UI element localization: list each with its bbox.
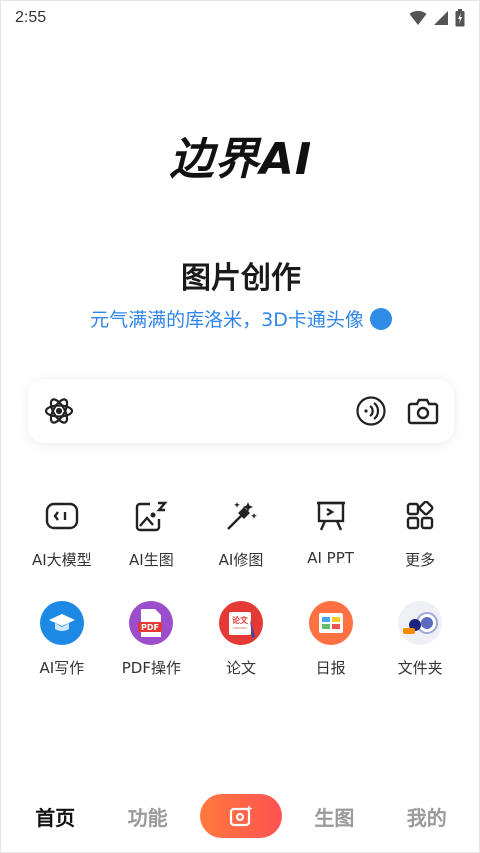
daily-report-icon — [308, 601, 353, 645]
bottom-navigation: 首页 功能 生图 我的 — [1, 780, 480, 852]
tool-thesis[interactable]: 论文 论文 — [196, 601, 286, 678]
feature-label: AI大模型 — [31, 551, 92, 569]
feature-label: AI生图 — [129, 551, 174, 569]
folder-icon — [398, 601, 443, 645]
feature-more[interactable]: 更多 — [375, 493, 465, 570]
feature-row-primary: AI大模型 AI生图 AI修图 AI PPT 更多 — [17, 493, 465, 570]
app-logo: 边界AI — [169, 134, 313, 185]
status-bar: 2:55 — [1, 1, 480, 35]
voice-button[interactable] — [354, 394, 388, 428]
tool-daily-report[interactable]: 日报 — [286, 601, 376, 678]
magic-wand-icon — [218, 493, 264, 539]
pdf-icon: PDF — [129, 601, 174, 645]
tool-label: PDF操作 — [121, 659, 181, 677]
feature-label: AI修图 — [218, 551, 264, 569]
feature-ai-retouch[interactable]: AI修图 — [196, 493, 286, 570]
tool-folder[interactable]: 文件夹 — [375, 601, 465, 678]
grid-more-icon — [397, 493, 443, 539]
tool-label: 文件夹 — [397, 659, 443, 677]
feature-label: 更多 — [405, 551, 436, 569]
feature-ai-ppt[interactable]: AI PPT — [286, 493, 376, 570]
svg-text:PDF: PDF — [141, 623, 159, 632]
magic-camera-icon — [229, 805, 253, 827]
nav-generate[interactable]: 生图 — [294, 802, 374, 831]
tool-ai-writing[interactable]: AI写作 — [17, 601, 107, 678]
battery-icon — [455, 9, 465, 27]
feature-ai-model[interactable]: AI大模型 — [17, 493, 107, 570]
tool-pdf[interactable]: PDF PDF操作 — [107, 601, 197, 678]
voice-icon — [356, 396, 386, 426]
atom-icon[interactable] — [42, 394, 76, 428]
camera-button[interactable] — [406, 394, 440, 428]
graduation-cap-icon — [39, 601, 84, 645]
tool-label: 论文 — [225, 659, 256, 677]
page-title: 图片创作 — [181, 261, 301, 296]
signal-icon — [434, 11, 448, 25]
feature-row-tools: AI写作 PDF PDF操作 论文 论文 日报 文件夹 — [17, 601, 465, 678]
status-icons — [409, 9, 465, 27]
feature-label: AI PPT — [307, 549, 354, 567]
nav-home[interactable]: 首页 — [15, 802, 95, 831]
wifi-icon — [409, 10, 427, 25]
image-gen-icon — [128, 493, 174, 539]
nav-mine[interactable]: 我的 — [387, 802, 467, 831]
prompt-suggestion[interactable]: 元气满满的库洛米，3D卡通头像 — [1, 305, 480, 332]
prompt-input-box[interactable] — [28, 379, 454, 443]
feature-ai-image-gen[interactable]: AI生图 — [107, 493, 197, 570]
nav-features[interactable]: 功能 — [108, 802, 188, 831]
nav-create-button[interactable] — [199, 794, 282, 838]
svg-text:论文: 论文 — [232, 615, 249, 625]
tool-label: AI写作 — [39, 659, 85, 677]
tool-label: 日报 — [315, 659, 346, 677]
presentation-icon — [308, 493, 354, 539]
status-time: 2:55 — [15, 9, 47, 26]
thesis-icon: 论文 — [218, 601, 263, 645]
chat-bubble-icon — [39, 493, 85, 539]
blue-dot-icon — [369, 307, 392, 330]
prompt-suggestion-text: 元气满满的库洛米，3D卡通头像 — [90, 309, 364, 331]
camera-icon — [407, 398, 439, 425]
